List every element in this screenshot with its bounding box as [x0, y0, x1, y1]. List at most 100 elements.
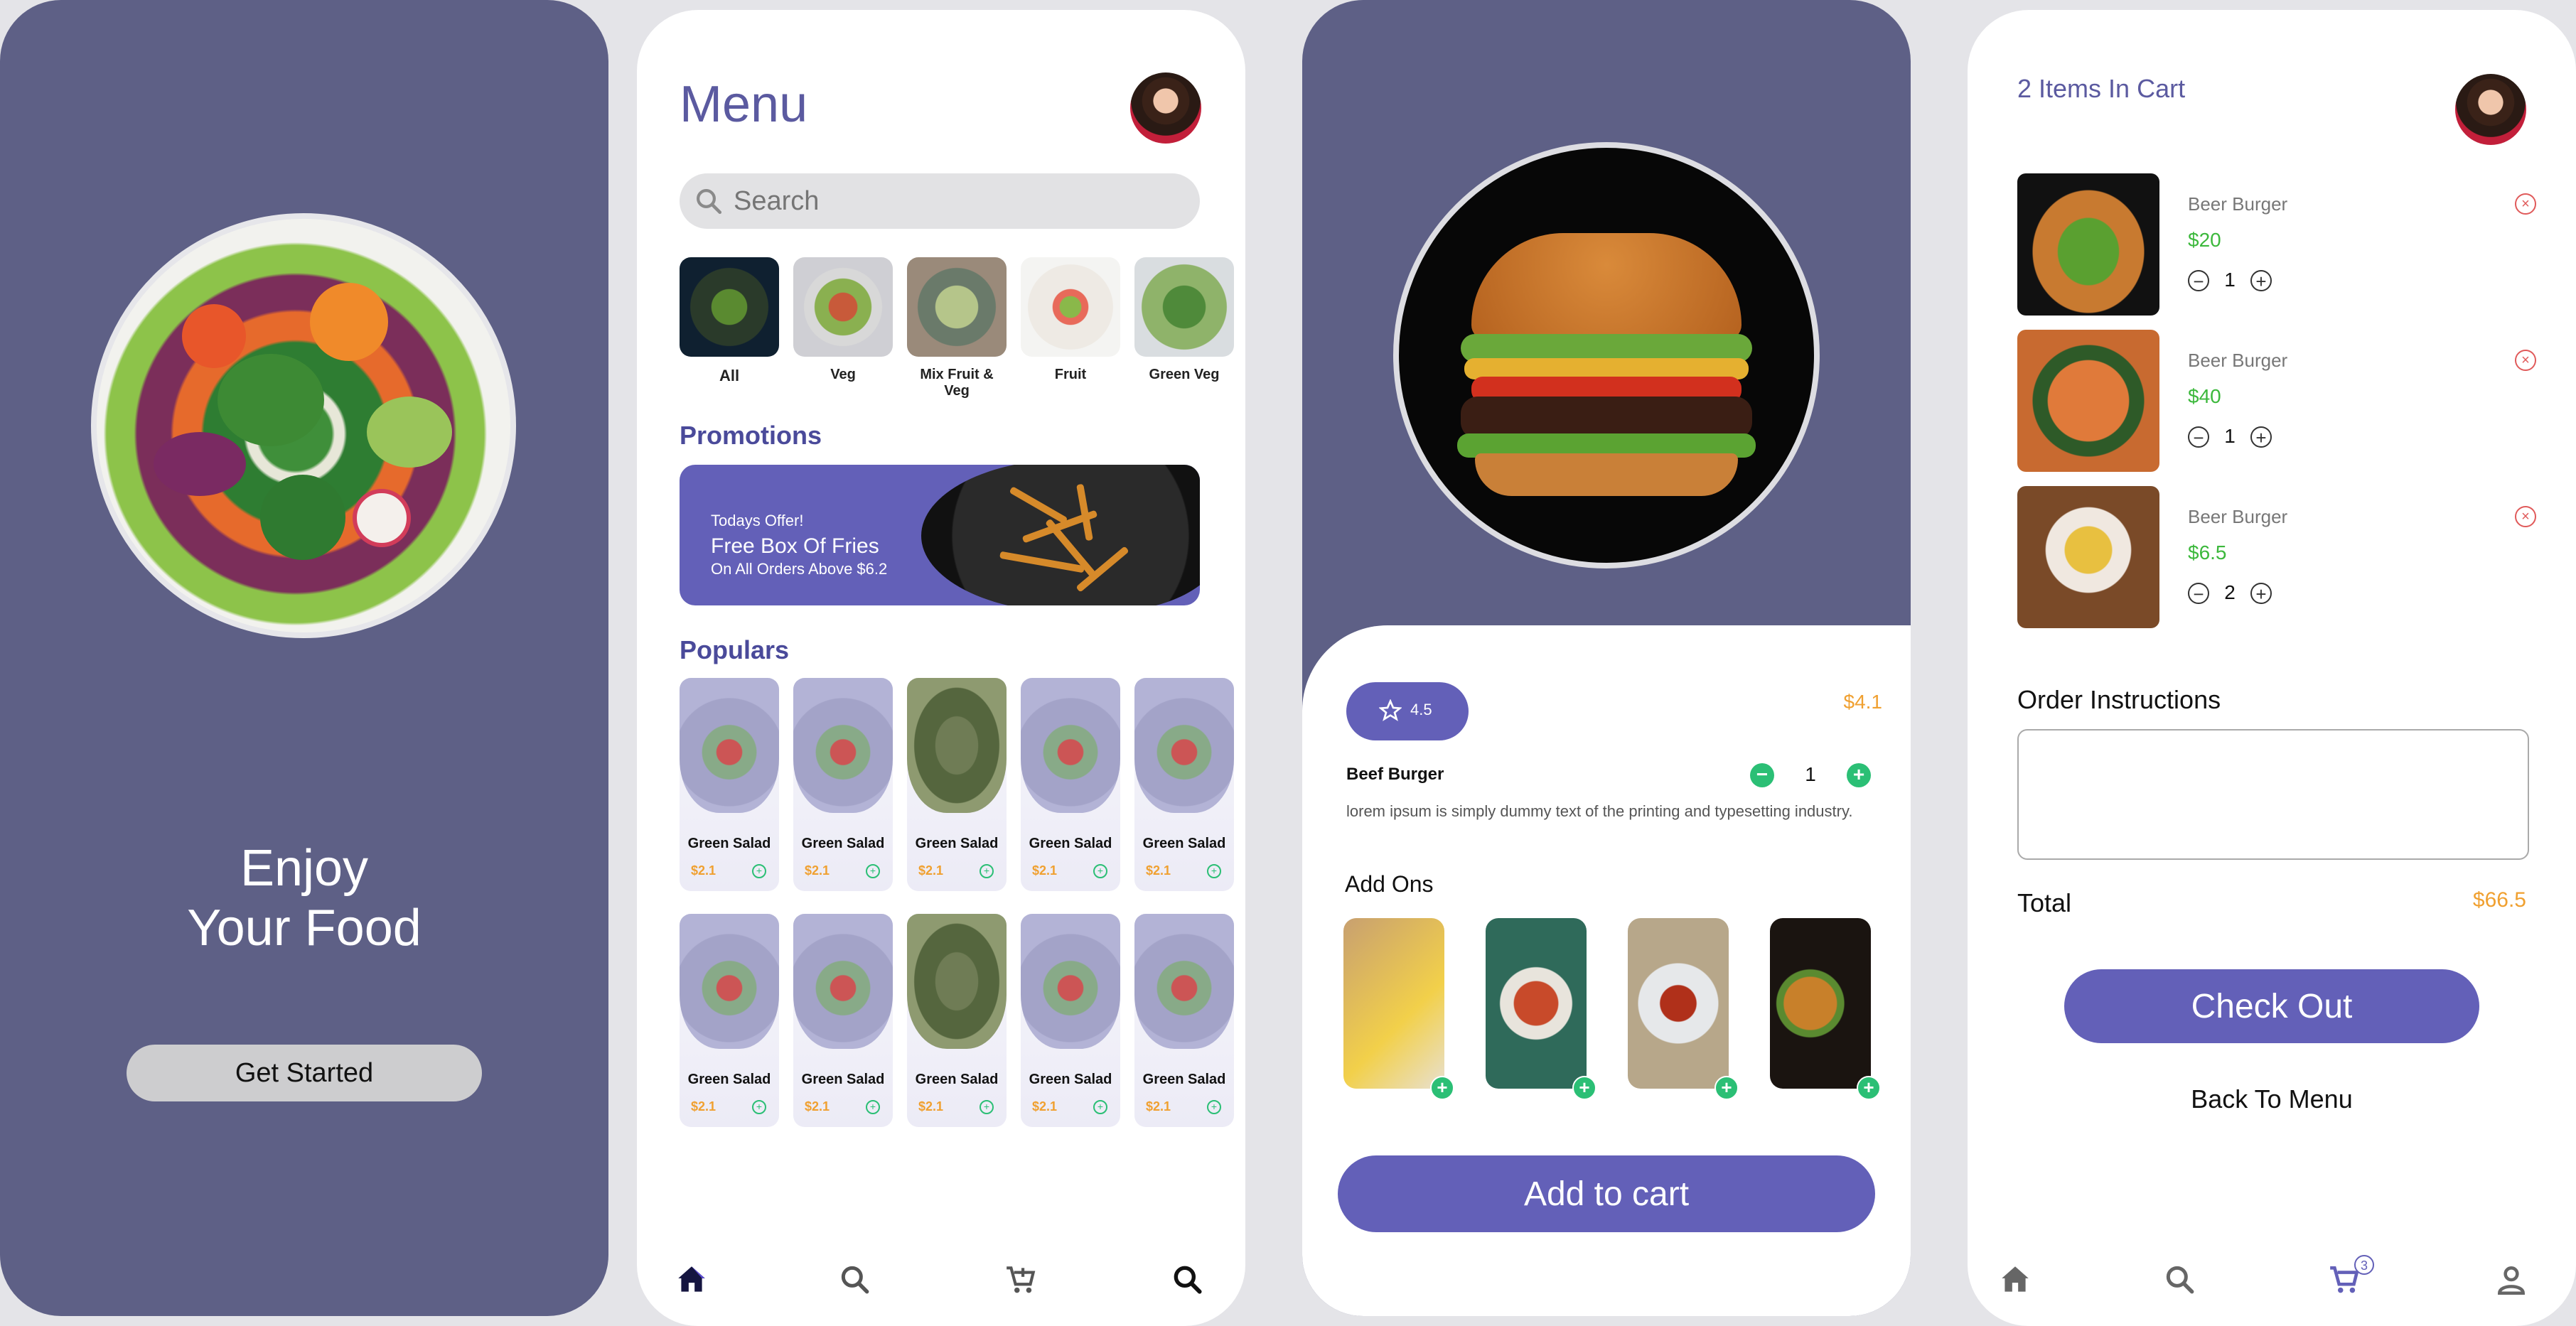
search-input[interactable] [732, 180, 1176, 222]
order-instructions-label: Order Instructions [2017, 685, 2221, 714]
search-bar[interactable] [680, 173, 1200, 229]
add-icon[interactable]: + [980, 864, 994, 878]
plus-icon[interactable]: + [2250, 426, 2272, 448]
cart-screen: 2 Items In Cart Beer Burger $20 − 1 + × … [1968, 10, 2576, 1326]
add-icon[interactable]: + [1093, 1100, 1107, 1114]
popular-card[interactable]: Green Salad $2.1 + [907, 678, 1007, 891]
promo-banner[interactable]: Todays Offer! Free Box Of Fries On All O… [680, 465, 1200, 605]
add-icon[interactable]: + [1207, 1100, 1221, 1114]
get-started-button[interactable]: Get Started [127, 1045, 482, 1101]
promo-line1: Todays Offer! [711, 512, 804, 529]
remove-icon[interactable]: × [2515, 350, 2536, 371]
popular-price: $2.1 [691, 1099, 717, 1114]
popular-price: $2.1 [918, 863, 944, 878]
rating-value: 4.5 [1410, 701, 1432, 718]
category-mix-fruit-veg[interactable]: Mix Fruit & Veg [907, 257, 1007, 399]
cart-item-name: Beer Burger [2188, 350, 2288, 371]
minus-icon[interactable]: − [1750, 763, 1774, 787]
addon-soup[interactable]: + [1486, 918, 1596, 1100]
add-to-cart-button[interactable]: Add to cart [1338, 1155, 1875, 1232]
quantity-value: 2 [2224, 581, 2236, 603]
add-icon[interactable]: + [1093, 864, 1107, 878]
popular-price: $2.1 [1032, 1099, 1058, 1114]
detail-screen: 4.5 $4.1 Beef Burger − 1 + lorem ipsum i… [1302, 0, 1911, 1316]
category-veg[interactable]: Veg [793, 257, 893, 383]
addon-fries[interactable]: + [1343, 918, 1454, 1100]
plus-icon[interactable]: + [2250, 270, 2272, 291]
salad-image [793, 678, 893, 813]
popular-card[interactable]: Green Salad $2.1 + [680, 914, 779, 1127]
popular-card[interactable]: Green Salad $2.1 + [1021, 914, 1120, 1127]
popular-price: $2.1 [1146, 1099, 1171, 1114]
quantity-stepper: − 2 + [2188, 581, 2302, 610]
plus-icon[interactable]: + [1847, 763, 1871, 787]
star-icon [1379, 699, 1402, 721]
popular-card[interactable]: Green Salad $2.1 + [1134, 914, 1234, 1127]
back-to-menu-link[interactable]: Back To Menu [1968, 1084, 2576, 1114]
cart-icon[interactable] [1004, 1262, 1039, 1298]
minus-icon[interactable]: − [2188, 270, 2209, 291]
cart-item-price: $20 [2188, 229, 2221, 251]
category-fruit[interactable]: Fruit [1021, 257, 1120, 383]
add-icon[interactable]: + [1207, 864, 1221, 878]
home-icon[interactable] [1997, 1262, 2033, 1298]
add-icon[interactable]: + [1714, 1076, 1739, 1100]
search-alt-icon[interactable] [1170, 1262, 1206, 1298]
popular-name: Green Salad [1029, 836, 1112, 851]
remove-icon[interactable]: × [2515, 506, 2536, 527]
add-icon[interactable]: + [752, 1100, 766, 1114]
popular-card[interactable]: Green Salad $2.1 + [1021, 678, 1120, 891]
category-green-veg[interactable]: Green Veg [1134, 257, 1234, 383]
add-icon[interactable]: + [752, 864, 766, 878]
popular-name: Green Salad [915, 1072, 999, 1087]
welcome-title-line1: Enjoy [240, 840, 369, 897]
popular-card[interactable]: Green Salad $2.1 + [793, 914, 893, 1127]
cart-nav-button[interactable]: 3 [2327, 1255, 2374, 1298]
popular-card[interactable]: Green Salad $2.1 + [907, 914, 1007, 1127]
add-icon[interactable]: + [1430, 1076, 1454, 1100]
search-icon[interactable] [837, 1262, 873, 1298]
total-label: Total [2017, 888, 2072, 917]
minus-icon[interactable]: − [2188, 583, 2209, 604]
popular-card[interactable]: Green Salad $2.1 + [680, 678, 779, 891]
home-icon[interactable] [674, 1262, 709, 1298]
add-icon[interactable]: + [980, 1100, 994, 1114]
item-price: $4.1 [1843, 691, 1883, 713]
plus-icon[interactable]: + [2250, 583, 2272, 604]
add-icon[interactable]: + [1857, 1076, 1881, 1100]
popular-price: $2.1 [1032, 863, 1058, 878]
addon-burger[interactable]: + [1770, 918, 1881, 1100]
popular-card[interactable]: Green Salad $2.1 + [1134, 678, 1234, 891]
quantity-value: 1 [1805, 763, 1816, 785]
add-icon[interactable]: + [866, 864, 880, 878]
popular-price: $2.1 [918, 1099, 944, 1114]
addon-salsa[interactable]: + [1628, 918, 1739, 1100]
salad-image [1021, 678, 1120, 813]
add-icon[interactable]: + [866, 1100, 880, 1114]
category-label: Mix Fruit & Veg [920, 367, 994, 399]
salad-bowl-image [91, 213, 516, 638]
detail-panel: 4.5 $4.1 Beef Burger − 1 + lorem ipsum i… [1302, 625, 1911, 1316]
category-all[interactable]: All [680, 257, 779, 385]
profile-icon[interactable] [2494, 1262, 2529, 1298]
welcome-screen: Enjoy Your Food Get Started [0, 0, 608, 1316]
minus-icon[interactable]: − [2188, 426, 2209, 448]
quantity-stepper: − 1 + [2188, 425, 2302, 453]
avatar[interactable] [1130, 72, 1201, 144]
salad-image [907, 914, 1007, 1049]
quantity-value: 1 [2224, 425, 2236, 447]
category-image [793, 257, 893, 357]
promotions-title: Promotions [680, 421, 822, 450]
remove-icon[interactable]: × [2515, 193, 2536, 215]
page-title: Menu [680, 76, 808, 133]
search-icon[interactable] [2162, 1262, 2198, 1298]
cart-item-image [2017, 486, 2159, 628]
checkout-button[interactable]: Check Out [2064, 969, 2479, 1043]
avatar[interactable] [2455, 74, 2526, 145]
order-instructions-field[interactable] [2017, 729, 2529, 860]
salad-image [907, 678, 1007, 813]
add-icon[interactable]: + [1572, 1076, 1596, 1100]
popular-card[interactable]: Green Salad $2.1 + [793, 678, 893, 891]
item-name: Beef Burger [1346, 765, 1444, 784]
salad-image [680, 914, 779, 1049]
